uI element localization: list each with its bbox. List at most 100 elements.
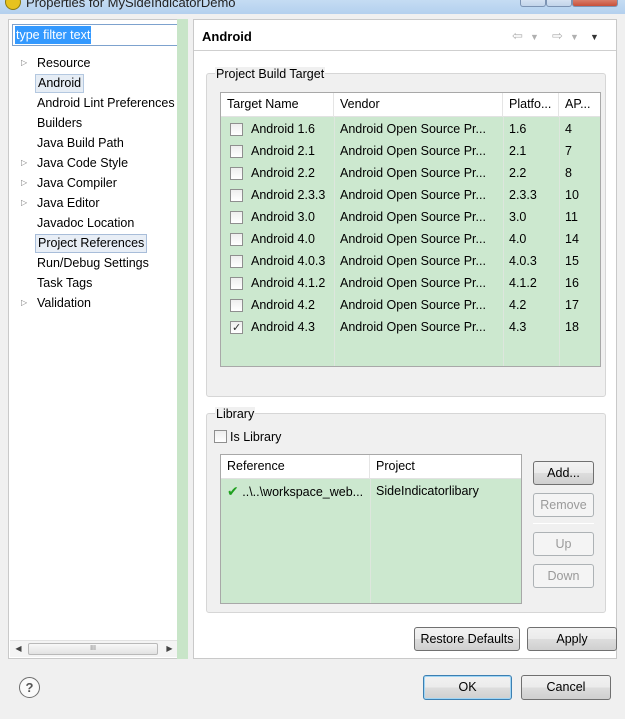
forward-dropdown-icon[interactable]: ▼ — [570, 29, 579, 45]
target-name-cell: Android 1.6 — [251, 122, 315, 136]
scroll-left-arrow-icon[interactable]: ◀ — [10, 641, 27, 657]
sash-divider[interactable] — [177, 19, 188, 659]
build-target-row[interactable]: Android 2.2 Android Open Source Pr... 2.2 8 — [221, 162, 600, 184]
back-dropdown-icon[interactable]: ▼ — [530, 29, 539, 45]
tree-horizontal-scrollbar[interactable]: ◀ III ▶ — [10, 640, 178, 657]
target-checkbox[interactable] — [230, 123, 243, 136]
move-up-button[interactable]: Up — [533, 532, 594, 556]
check-icon: ✔ — [227, 483, 239, 499]
tree-item-run-debug-settings[interactable]: Run/Debug Settings — [9, 253, 177, 273]
column-header-project[interactable]: Project — [370, 455, 521, 479]
build-target-table: Target Name Vendor Platfo... AP... Andro… — [220, 92, 601, 367]
tree-item-project-references[interactable]: Project References — [9, 233, 177, 253]
tree-item-label: Java Compiler — [37, 176, 117, 190]
target-checkbox[interactable] — [230, 211, 243, 224]
build-target-row[interactable]: Android 2.3.3 Android Open Source Pr... 2.… — [221, 184, 600, 206]
tree-item-label: Builders — [37, 116, 83, 130]
build-target-row[interactable]: Android 4.0.3 Android Open Source Pr... 4.… — [221, 250, 600, 272]
is-library-checkbox[interactable]: Is Library — [214, 429, 314, 445]
tree-item-resource[interactable]: ▷ Resource — [9, 53, 177, 73]
platform-cell: 1.6 — [509, 122, 527, 136]
tree-item-validation[interactable]: ▷ Validation — [9, 293, 177, 313]
library-reference-value: ..\..\workspace_web... — [242, 485, 364, 499]
vendor-cell: Android Open Source Pr... — [340, 210, 486, 224]
target-checkbox[interactable] — [230, 145, 243, 158]
tree-item-java-editor[interactable]: ▷ Java Editor — [9, 193, 177, 213]
maximize-button[interactable] — [546, 0, 572, 7]
restore-defaults-button[interactable]: Restore Defaults — [414, 627, 520, 651]
column-header-target-name[interactable]: Target Name — [221, 93, 334, 117]
tree-item-android[interactable]: Android — [9, 73, 177, 93]
tree-item-android-lint-preferences[interactable]: Android Lint Preferences — [9, 93, 177, 113]
library-group: Library Is Library Reference Project ✔ .… — [206, 407, 606, 613]
help-icon[interactable]: ? — [19, 677, 40, 698]
target-checkbox[interactable] — [230, 167, 243, 180]
tree-item-label: Java Build Path — [37, 136, 124, 150]
move-down-button[interactable]: Down — [533, 564, 594, 588]
library-table: Reference Project ✔ ..\..\workspace_web.… — [220, 454, 522, 604]
target-checkbox[interactable] — [230, 299, 243, 312]
column-header-vendor[interactable]: Vendor — [334, 93, 503, 117]
expand-arrow-icon[interactable]: ▷ — [21, 53, 31, 73]
expand-arrow-icon[interactable]: ▷ — [21, 153, 31, 173]
build-target-row[interactable]: Android 4.0 Android Open Source Pr... 4.0 1… — [221, 228, 600, 250]
button-separator — [533, 523, 594, 524]
build-target-row[interactable]: Android 2.1 Android Open Source Pr... 2.1 7 — [221, 140, 600, 162]
vendor-cell: Android Open Source Pr... — [340, 298, 486, 312]
cancel-button[interactable]: Cancel — [521, 675, 611, 700]
build-target-group-label: Project Build Target — [215, 67, 326, 81]
build-target-row[interactable]: Android 1.6 Android Open Source Pr... 1.6 4 — [221, 118, 600, 140]
library-row[interactable]: ✔ ..\..\workspace_web... SideIndicatorli… — [221, 480, 521, 502]
expand-arrow-icon[interactable]: ▷ — [21, 193, 31, 213]
tree-item-javadoc-location[interactable]: Javadoc Location — [9, 213, 177, 233]
vendor-cell: Android Open Source Pr... — [340, 166, 486, 180]
vendor-cell: Android Open Source Pr... — [340, 188, 486, 202]
tree-item-java-build-path[interactable]: Java Build Path — [9, 133, 177, 153]
target-checkbox[interactable] — [230, 233, 243, 246]
column-header-reference[interactable]: Reference — [221, 455, 370, 479]
platform-cell: 2.2 — [509, 166, 527, 180]
page-title: Android — [202, 29, 252, 44]
header-divider — [194, 50, 616, 51]
tree-item-task-tags[interactable]: Task Tags — [9, 273, 177, 293]
target-checkbox[interactable] — [230, 255, 243, 268]
vendor-cell: Android Open Source Pr... — [340, 320, 486, 334]
expand-arrow-icon[interactable]: ▷ — [21, 173, 31, 193]
scroll-right-arrow-icon[interactable]: ▶ — [161, 641, 178, 657]
tree-item-java-compiler[interactable]: ▷ Java Compiler — [9, 173, 177, 193]
tree-item-java-code-style[interactable]: ▷ Java Code Style — [9, 153, 177, 173]
back-arrow-icon[interactable]: ⇦ — [512, 28, 523, 44]
apply-button[interactable]: Apply — [527, 627, 617, 651]
build-target-row[interactable]: Android 4.1.2 Android Open Source Pr... 4.… — [221, 272, 600, 294]
ok-button[interactable]: OK — [423, 675, 512, 700]
close-window-button[interactable] — [572, 0, 618, 7]
tree-item-label: Validation — [37, 296, 91, 310]
scrollbar-thumb[interactable]: III — [28, 643, 158, 655]
platform-cell: 3.0 — [509, 210, 527, 224]
minimize-button[interactable] — [520, 0, 546, 7]
column-header-platform[interactable]: Platfo... — [503, 93, 559, 117]
vendor-cell: Android Open Source Pr... — [340, 144, 486, 158]
platform-cell: 2.1 — [509, 144, 527, 158]
tree-item-builders[interactable]: Builders — [9, 113, 177, 133]
tree-item-label: Android Lint Preferences — [37, 96, 175, 110]
eclipse-app-icon — [5, 0, 21, 10]
target-checkbox[interactable] — [230, 317, 243, 339]
is-library-checkbox-box[interactable] — [214, 430, 227, 443]
add-library-button[interactable]: Add... — [533, 461, 594, 485]
build-target-row[interactable]: Android 4.3 Android Open Source Pr... 4.3 1… — [221, 316, 600, 339]
platform-cell: 4.1.2 — [509, 276, 537, 290]
build-target-row[interactable]: Android 3.0 Android Open Source Pr... 3.0 1… — [221, 206, 600, 228]
right-properties-panel: Android ⇦ ▼ ⇨ ▼ ▼ Project Build Target T… — [193, 19, 617, 659]
column-header-api[interactable]: AP... — [559, 93, 600, 117]
tree-item-label: Javadoc Location — [37, 216, 135, 230]
target-checkbox[interactable] — [230, 277, 243, 290]
filter-input[interactable]: type filter text — [12, 24, 182, 46]
remove-library-button[interactable]: Remove — [533, 493, 594, 517]
expand-arrow-icon[interactable]: ▷ — [21, 293, 31, 313]
forward-arrow-icon[interactable]: ⇨ — [552, 28, 563, 44]
target-checkbox[interactable] — [230, 189, 243, 202]
view-menu-icon[interactable]: ▼ — [590, 29, 599, 45]
build-target-row[interactable]: Android 4.2 Android Open Source Pr... 4.2 1… — [221, 294, 600, 316]
window-titlebar[interactable]: Properties for MySideIndicatorDemo — [0, 0, 625, 14]
